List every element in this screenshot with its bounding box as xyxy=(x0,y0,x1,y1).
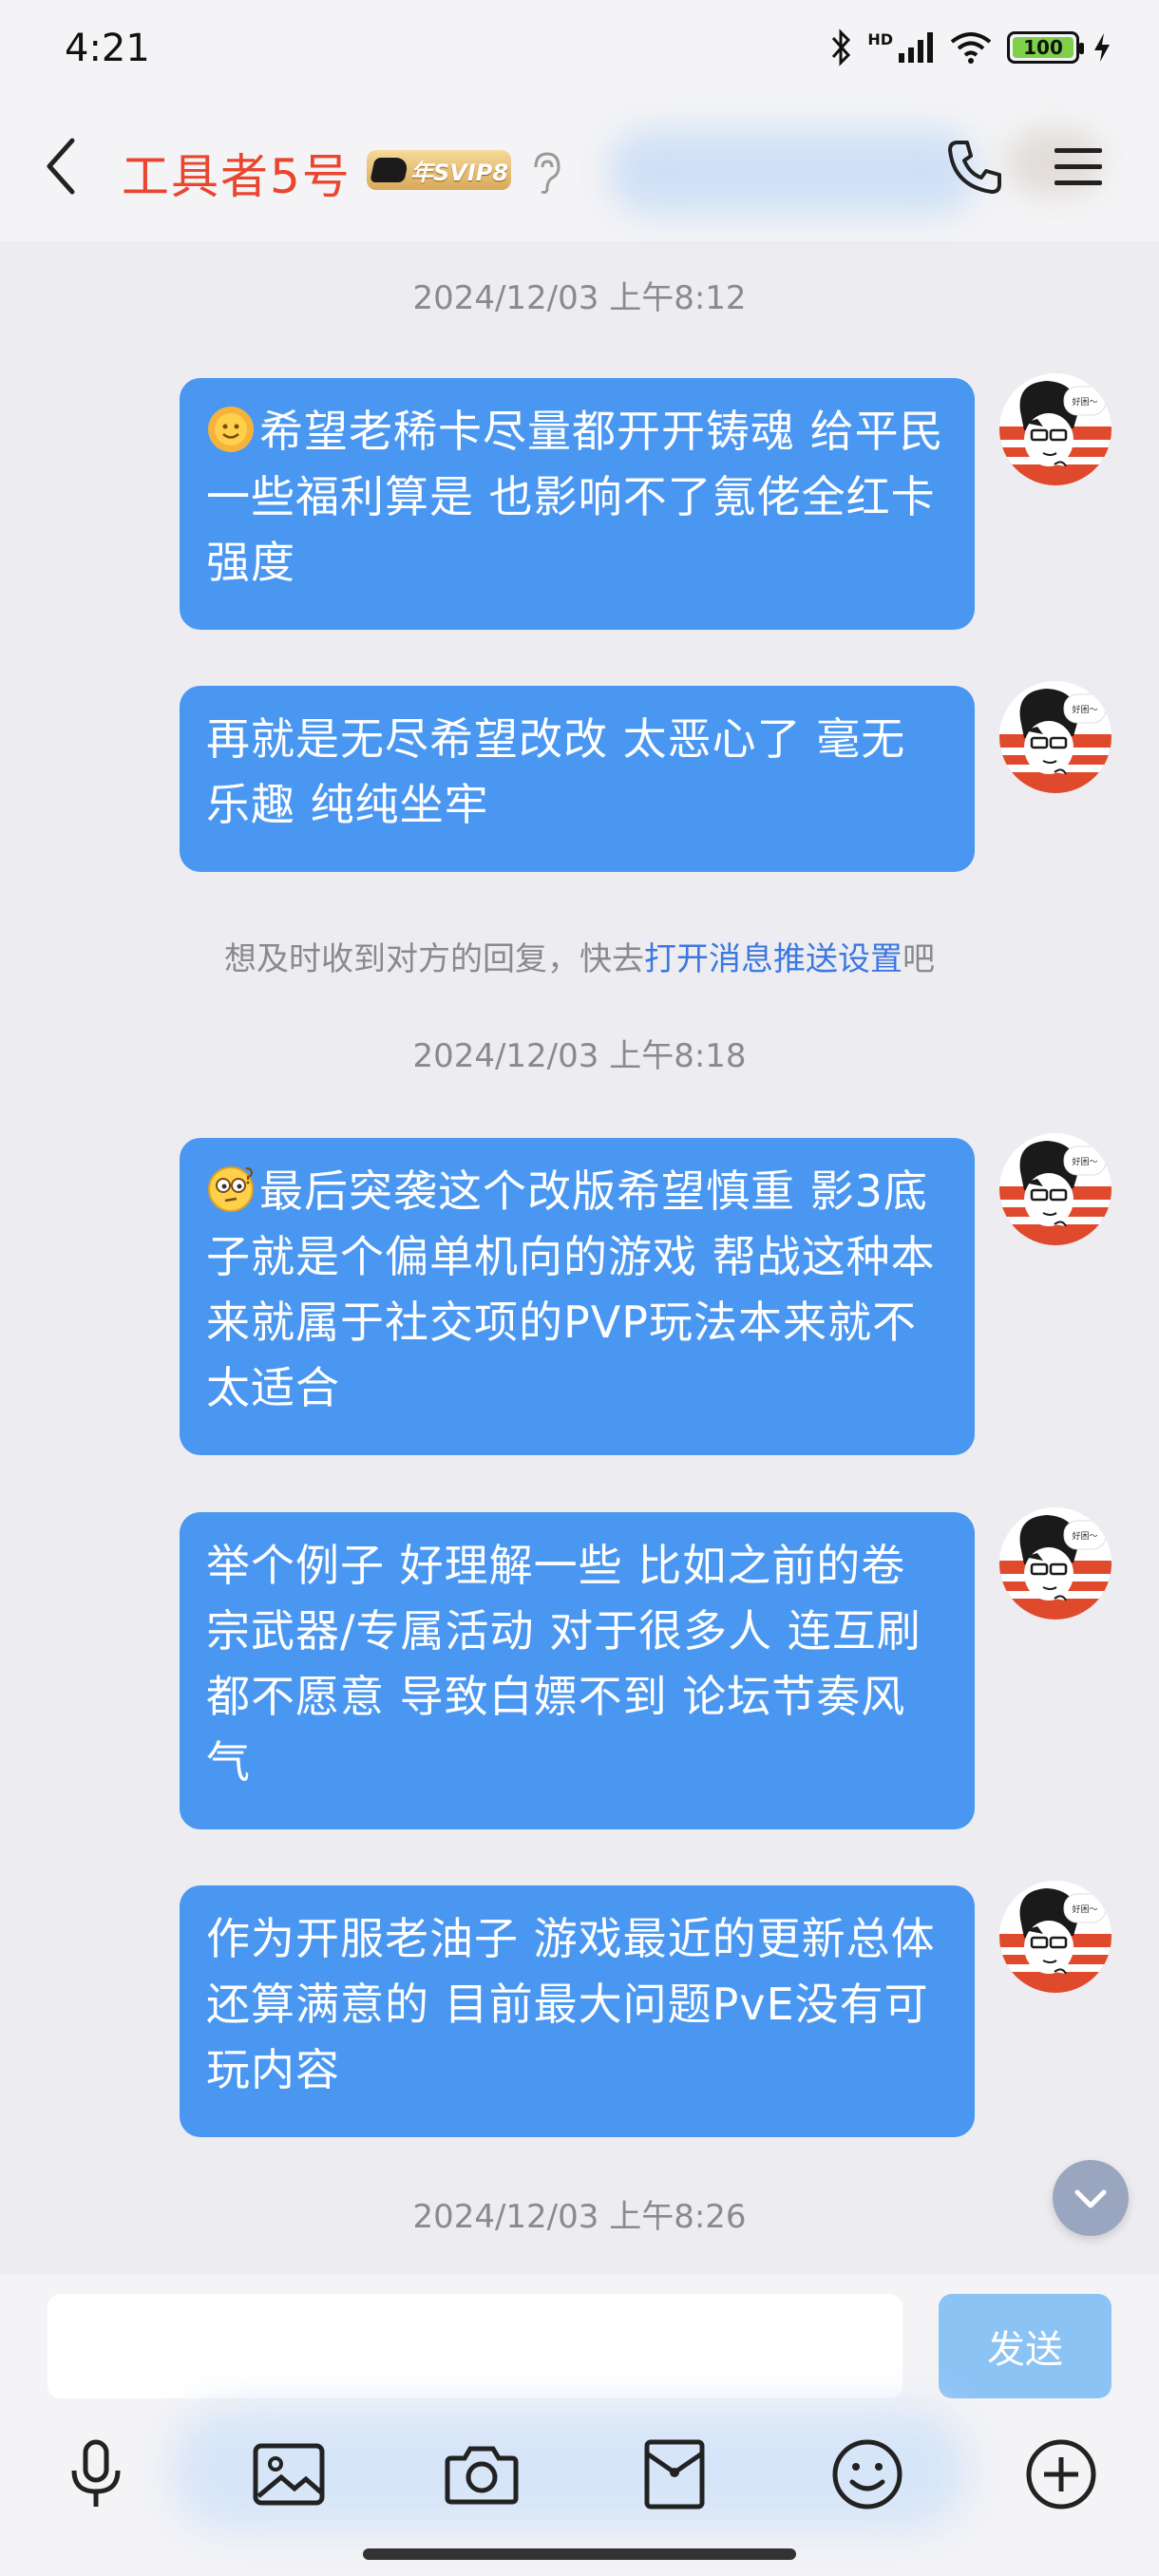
contact-name[interactable]: 工具者5号 xyxy=(122,139,352,207)
message-text: 希望老稀卡尽量都开开铸魂 给平民一些福利算是 也影响不了氪佬全红卡强度 xyxy=(206,406,944,588)
message-input[interactable] xyxy=(48,2294,902,2398)
avatar-caption: 好困～ xyxy=(1072,704,1097,715)
scroll-to-bottom-button[interactable] xyxy=(1053,2160,1129,2236)
emoji-button[interactable] xyxy=(825,2432,910,2517)
avatar-image: 好困～ xyxy=(999,1881,1112,1993)
hd-label: HD xyxy=(867,29,893,48)
send-button[interactable]: 发送 xyxy=(939,2294,1112,2398)
plus-icon xyxy=(1026,2439,1096,2510)
avatar-image: 好困～ xyxy=(999,1133,1112,1245)
message-text: 作为开服老油子 游戏最近的更新总体还算满意的 目前最大问题PvE没有可玩内容 xyxy=(206,1913,936,2095)
battery-nub xyxy=(1079,43,1084,54)
back-icon[interactable] xyxy=(38,133,86,199)
chat-timestamp: 2024/12/03 上午8:18 xyxy=(412,1037,747,1075)
message-bubble[interactable]: 最后突袭这个改版希望慎重 影3底子就是个偏单机向的游戏 帮战这种本来就属于社交项… xyxy=(180,1138,975,1455)
signal-icon xyxy=(899,32,933,63)
blurred-status xyxy=(608,129,978,215)
camera-icon xyxy=(445,2446,519,2505)
camera-button[interactable] xyxy=(439,2432,524,2517)
message-text: 最后突袭这个改版希望慎重 影3底子就是个偏单机向的游戏 帮战这种本来就属于社交项… xyxy=(206,1165,936,1413)
battery-indicator: 100 xyxy=(1007,31,1084,64)
avatar-image: 好困～ xyxy=(999,1507,1112,1619)
message-bubble[interactable]: 作为开服老油子 游戏最近的更新总体还算满意的 目前最大问题PvE没有可玩内容 xyxy=(180,1885,975,2137)
message-bubble[interactable]: 举个例子 好理解一些 比如之前的卷宗武器/专属活动 对于很多人 连互刷都不愿意 … xyxy=(180,1512,975,1829)
avatar[interactable]: 好困～ xyxy=(999,373,1112,485)
red-packet-icon xyxy=(644,2439,705,2510)
message-text: 再就是无尽希望改改 太恶心了 毫无乐趣 纯纯坐牢 xyxy=(206,713,906,830)
emoji-icon xyxy=(832,2439,902,2510)
avatar[interactable]: 好困～ xyxy=(999,681,1112,793)
avatar-caption: 好困～ xyxy=(1072,1530,1097,1542)
avatar-caption: 好困～ xyxy=(1072,1156,1097,1167)
avatar-caption: 好困～ xyxy=(1072,1904,1097,1915)
chat-header: 工具者5号 年SVIP8 xyxy=(0,95,1159,241)
avatar-image: 好困～ xyxy=(999,373,1112,485)
microphone-icon xyxy=(71,2439,121,2507)
phone-icon[interactable] xyxy=(944,137,1005,198)
input-area: 发送 xyxy=(0,2275,1159,2576)
hat-icon xyxy=(370,158,409,182)
ear-icon xyxy=(534,152,560,194)
gallery-button[interactable] xyxy=(246,2432,332,2517)
avatar[interactable]: 好困～ xyxy=(999,1507,1112,1619)
bluetooth-icon xyxy=(832,28,851,66)
sun-face-icon xyxy=(208,407,254,452)
image-icon xyxy=(253,2443,325,2506)
avatar[interactable]: 好困～ xyxy=(999,1881,1112,1993)
push-settings-notice: 想及时收到对方的回复，快去打开消息推送设置吧 xyxy=(0,933,1159,979)
svip-badge-text: 年SVIP8 xyxy=(410,159,509,186)
status-icons: HD 100 xyxy=(829,28,1112,66)
message-bubble[interactable]: 希望老稀卡尽量都开开铸魂 给平民一些福利算是 也影响不了氪佬全红卡强度 xyxy=(180,378,975,630)
message-text: 举个例子 好理解一些 比如之前的卷宗武器/专属活动 对于很多人 连互刷都不愿意 … xyxy=(206,1540,922,1788)
more-button[interactable] xyxy=(1018,2432,1104,2517)
chat-timestamp: 2024/12/03 上午8:12 xyxy=(412,279,747,317)
notice-prefix: 想及时收到对方的回复，快去 xyxy=(224,940,644,978)
input-toolbar xyxy=(0,2432,1159,2536)
thinking-face-icon xyxy=(208,1166,254,1212)
avatar-caption: 好困～ xyxy=(1072,396,1097,407)
svip-badge[interactable]: 年SVIP8 xyxy=(367,150,511,190)
status-bar: 4:21 HD 100 xyxy=(0,0,1159,95)
avatar-image: 好困～ xyxy=(999,681,1112,793)
status-time: 4:21 xyxy=(65,27,150,70)
menu-icon[interactable] xyxy=(1053,142,1104,192)
wifi-icon xyxy=(950,32,992,64)
message-bubble[interactable]: 再就是无尽希望改改 太恶心了 毫无乐趣 纯纯坐牢 xyxy=(180,686,975,872)
voice-button[interactable] xyxy=(53,2432,139,2517)
charging-icon xyxy=(1094,33,1110,62)
battery-level: 100 xyxy=(1013,36,1074,59)
red-packet-button[interactable] xyxy=(632,2432,717,2517)
notice-suffix: 吧 xyxy=(902,940,935,978)
chat-timestamp: 2024/12/03 上午8:26 xyxy=(412,2198,747,2236)
avatar[interactable]: 好困～ xyxy=(999,1133,1112,1245)
chevron-down-icon xyxy=(1074,2189,1107,2208)
push-settings-link[interactable]: 打开消息推送设置 xyxy=(644,940,902,978)
home-indicator[interactable] xyxy=(363,2548,796,2560)
